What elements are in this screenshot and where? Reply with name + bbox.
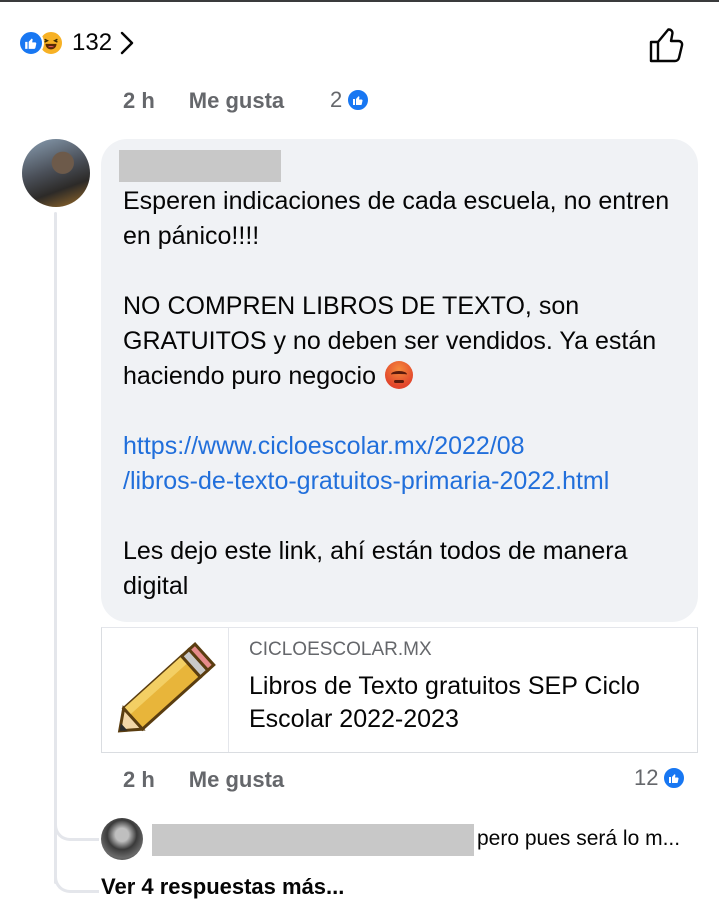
comment-link[interactable]: https://www.cicloescolar.mx/2022/08 /lib… xyxy=(123,429,683,499)
link-preview-card[interactable]: CICLOESCOLAR.MX Libros de Texto gratuito… xyxy=(101,627,698,753)
post-meta-row: 2 h Me gusta xyxy=(123,88,284,114)
timestamp[interactable]: 2 h xyxy=(123,88,155,114)
comment-paragraph: Esperen indicaciones de cada escuela, no… xyxy=(123,187,670,250)
comment-meta-row: 2 h Me gusta xyxy=(123,767,284,793)
thread-line xyxy=(54,212,57,884)
comment-paragraph: NO COMPREN LIBROS DE TEXTO, son GRATUITO… xyxy=(123,292,657,390)
like-count[interactable]: 2 xyxy=(330,87,371,113)
reaction-count: 132 xyxy=(72,29,113,56)
pencil-icon xyxy=(102,628,229,752)
reply-snippet[interactable]: pero pues será lo m... xyxy=(477,827,680,851)
avatar[interactable] xyxy=(101,818,143,860)
like-icon xyxy=(346,88,371,112)
preview-title[interactable]: Libros de Texto gratuitos SEP Ciclo Esco… xyxy=(249,670,679,736)
top-divider xyxy=(0,0,719,2)
link-line[interactable]: https://www.cicloescolar.mx/2022/08 xyxy=(123,429,683,464)
view-more-replies-link[interactable]: Ver 4 respuestas más... xyxy=(101,874,344,900)
like-count-value: 12 xyxy=(634,765,659,790)
angry-face-icon xyxy=(384,361,413,389)
redacted-reply-author xyxy=(152,824,474,856)
comment-bubble[interactable]: Esperen indicaciones de cada escuela, no… xyxy=(101,139,698,622)
like-icon xyxy=(18,30,44,56)
like-count-value: 2 xyxy=(330,87,343,112)
like-outline-icon[interactable] xyxy=(646,24,688,66)
comment-text: Esperen indicaciones de cada escuela, no… xyxy=(123,184,683,604)
reactions-summary[interactable]: 132 xyxy=(18,26,134,60)
like-action[interactable]: Me gusta xyxy=(189,767,284,793)
timestamp[interactable]: 2 h xyxy=(123,767,155,793)
link-line[interactable]: /libros-de-texto-gratuitos-primaria-2022… xyxy=(123,464,683,499)
thread-connector xyxy=(54,808,99,841)
like-count[interactable]: 12 xyxy=(634,765,687,791)
avatar[interactable] xyxy=(22,139,90,207)
comment-paragraph: Les dejo este link, ahí están todos de m… xyxy=(123,537,628,600)
like-action[interactable]: Me gusta xyxy=(189,88,284,114)
preview-domain: CICLOESCOLAR.MX xyxy=(249,639,432,660)
thread-connector xyxy=(54,860,99,893)
like-icon xyxy=(662,766,687,790)
chevron-right-icon xyxy=(120,31,134,55)
redacted-author-name xyxy=(119,150,281,182)
